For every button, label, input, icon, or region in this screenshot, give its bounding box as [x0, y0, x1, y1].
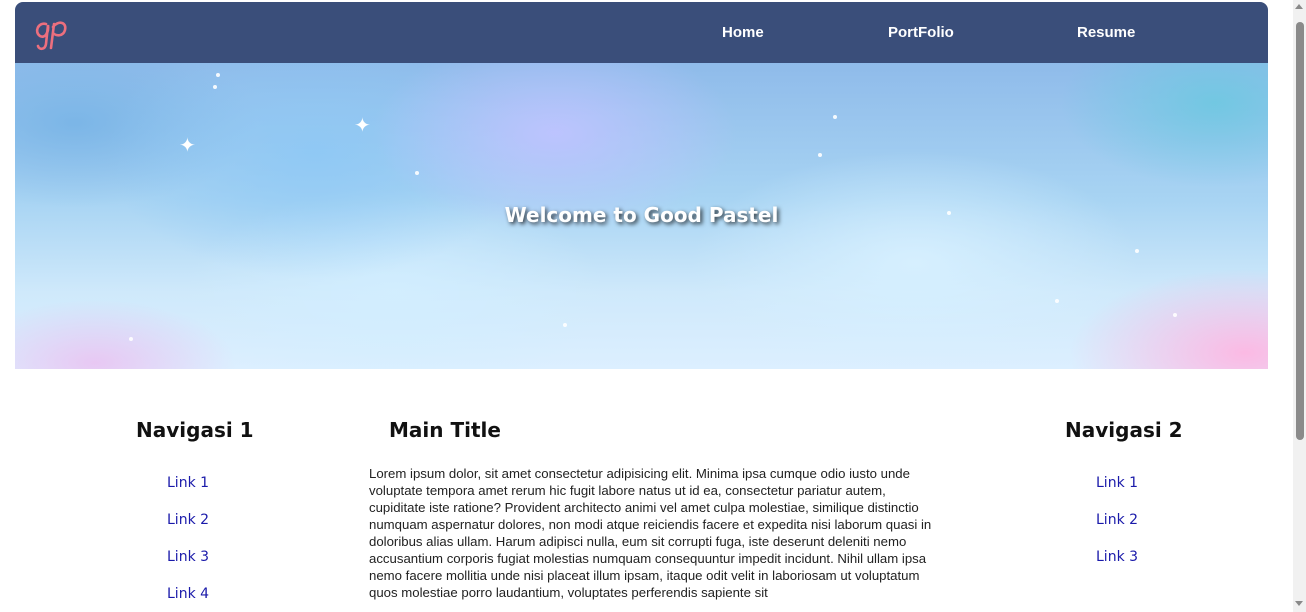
- hero-title: Welcome to Good Pastel: [504, 203, 779, 227]
- gp-logo-icon: [35, 21, 67, 51]
- star-dot: [415, 171, 419, 175]
- star-dot: [833, 115, 837, 119]
- scrollbar-thumb[interactable]: [1296, 22, 1304, 440]
- scroll-up-arrow-icon[interactable]: [1295, 4, 1303, 9]
- star-dot: [216, 73, 220, 77]
- sparkle-icon: ✦: [354, 113, 371, 137]
- sparkle-icon: ✦: [179, 133, 196, 157]
- logo[interactable]: [32, 10, 72, 54]
- main-body-text: Lorem ipsum dolor, sit amet consectetur …: [369, 466, 932, 600]
- star-dot: [1135, 249, 1139, 253]
- right-nav-link-2[interactable]: Link 2: [1096, 512, 1138, 528]
- star-dot: [1173, 313, 1177, 317]
- top-navbar: Home PortFolio Resume: [15, 2, 1268, 63]
- left-nav-link-1[interactable]: Link 1: [167, 475, 209, 491]
- scroll-down-arrow-icon[interactable]: [1295, 601, 1303, 606]
- right-nav-title: Navigasi 2: [1065, 418, 1183, 442]
- star-dot: [818, 153, 822, 157]
- star-dot: [213, 85, 217, 89]
- star-dot: [1055, 299, 1059, 303]
- nav-portfolio-link[interactable]: PortFolio: [888, 2, 954, 63]
- star-dot: [563, 323, 567, 327]
- nav-home-link[interactable]: Home: [722, 2, 764, 63]
- vertical-scrollbar[interactable]: [1293, 0, 1306, 612]
- right-nav-link-1[interactable]: Link 1: [1096, 475, 1138, 491]
- nav-resume-link[interactable]: Resume: [1077, 2, 1135, 63]
- left-nav-link-3[interactable]: Link 3: [167, 549, 209, 565]
- star-dot: [129, 337, 133, 341]
- left-nav-link-4[interactable]: Link 4: [167, 586, 209, 602]
- hero-banner: ✦ ✦ Welcome to Good Pastel: [15, 63, 1268, 369]
- main-title: Main Title: [389, 418, 501, 442]
- left-nav-title: Navigasi 1: [136, 418, 254, 442]
- left-nav-link-2[interactable]: Link 2: [167, 512, 209, 528]
- right-nav-link-3[interactable]: Link 3: [1096, 549, 1138, 565]
